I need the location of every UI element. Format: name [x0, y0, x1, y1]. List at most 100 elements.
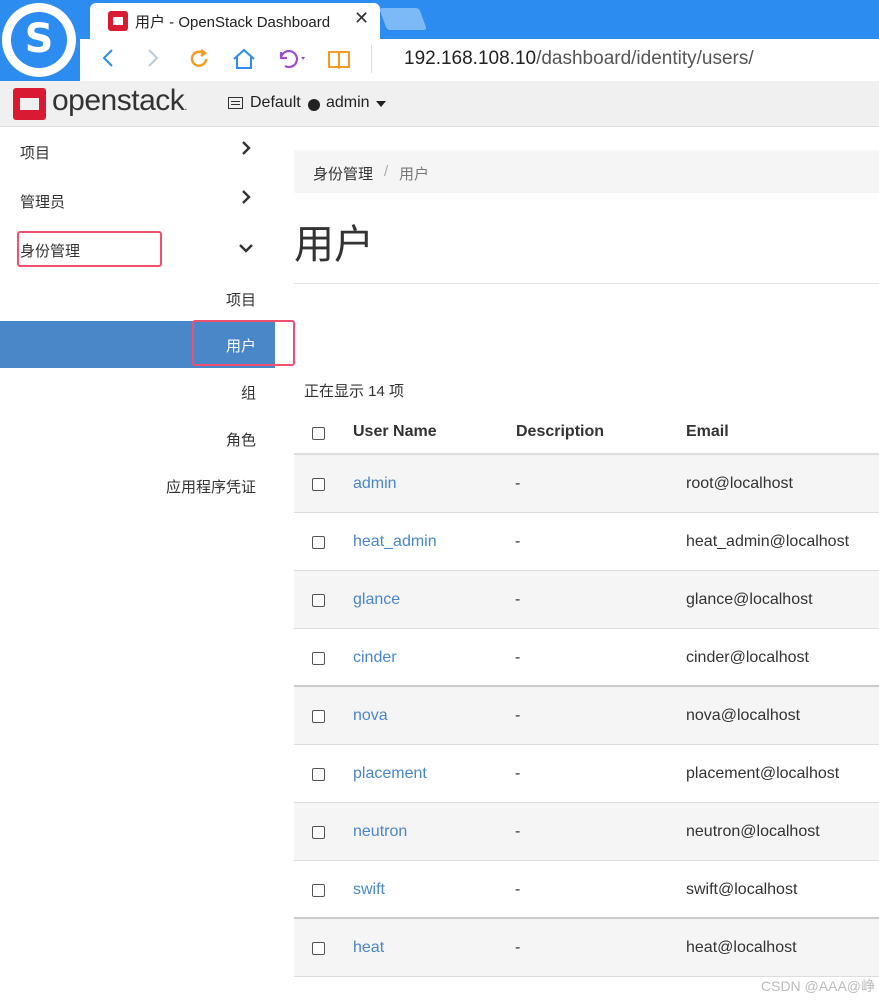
user-description: -	[515, 939, 521, 956]
new-tab-button[interactable]	[378, 8, 428, 30]
column-header-user-name[interactable]: User Name	[353, 423, 437, 441]
table-row: neutron - neutron@localhost	[294, 803, 879, 861]
select-all-checkbox[interactable]	[312, 427, 325, 440]
user-email: glance@localhost	[686, 591, 813, 608]
row-checkbox[interactable]	[312, 884, 325, 897]
user-description: -	[515, 475, 521, 492]
brand-text: openstack	[52, 84, 185, 117]
user-email: heat_admin@localhost	[686, 533, 850, 550]
sidebar-subitem-label: 角色	[225, 432, 256, 449]
highlight-box-users	[192, 320, 295, 366]
table-row: heat - heat@localhost	[294, 919, 879, 977]
user-email: neutron@localhost	[686, 823, 820, 840]
user-name-link[interactable]: nova	[353, 707, 388, 725]
domain-icon	[228, 97, 243, 109]
row-checkbox[interactable]	[312, 710, 325, 723]
browser-logo-letter: S	[24, 16, 54, 62]
sidebar-item-admin[interactable]: 管理员	[0, 176, 275, 224]
reload-icon[interactable]	[187, 47, 211, 76]
user-email: heat@localhost	[686, 939, 797, 956]
home-icon[interactable]	[231, 47, 257, 76]
sidebar-subitem-roles[interactable]: 角色	[0, 415, 275, 462]
user-name-link[interactable]: placement	[353, 765, 427, 783]
page-title: 用户	[294, 223, 374, 267]
chevron-right-icon	[240, 139, 252, 162]
row-checkbox[interactable]	[312, 942, 325, 955]
user-name-link[interactable]: neutron	[353, 823, 407, 841]
item-count: 正在显示 14 项	[304, 383, 405, 400]
project-selector[interactable]: admin	[326, 94, 370, 112]
column-header-email[interactable]: Email	[686, 423, 729, 441]
undo-icon[interactable]	[275, 47, 311, 76]
row-checkbox[interactable]	[312, 594, 325, 607]
address-bar[interactable]: 192.168.108.10/dashboard/identity/users/	[404, 48, 754, 70]
table-row: heat_admin - heat_admin@localhost	[294, 513, 879, 571]
sidebar-item-project[interactable]: 项目	[0, 127, 275, 175]
row-checkbox[interactable]	[312, 536, 325, 549]
users-table: User Name Description Email admin - root…	[294, 408, 879, 977]
user-description: -	[515, 881, 521, 898]
user-email: placement@localhost	[686, 765, 840, 782]
breadcrumb: 身份管理 / 用户	[294, 150, 879, 193]
brand-mark: .	[184, 101, 187, 113]
user-name-link[interactable]: cinder	[353, 649, 397, 667]
user-email: swift@localhost	[686, 881, 798, 898]
row-checkbox[interactable]	[312, 768, 325, 781]
column-header-description[interactable]: Description	[516, 423, 604, 441]
user-description: -	[515, 649, 521, 666]
sidebar-subitem-label: 项目	[225, 292, 256, 309]
table-row: swift - swift@localhost	[294, 861, 879, 919]
browser-navbar: 192.168.108.10/dashboard/identity/users/	[80, 39, 879, 81]
browser-logo[interactable]: S	[2, 3, 76, 77]
user-name-link[interactable]: heat_admin	[353, 533, 437, 551]
tab-title: 用户 - OpenStack Dashboard	[135, 14, 331, 31]
tab-close-icon[interactable]: ✕	[354, 8, 369, 29]
user-name-link[interactable]: admin	[353, 475, 397, 493]
navbar-divider	[371, 45, 372, 73]
user-description: -	[515, 533, 521, 550]
sidebar-subitem-app-credentials[interactable]: 应用程序凭证	[0, 462, 275, 509]
forward-icon[interactable]	[145, 47, 161, 74]
openstack-logo-icon[interactable]	[13, 88, 46, 120]
user-email: root@localhost	[686, 475, 793, 492]
row-checkbox[interactable]	[312, 478, 325, 491]
chevron-down-icon	[238, 239, 254, 260]
user-email: nova@localhost	[686, 707, 801, 724]
sidebar-subitem-label: 组	[240, 385, 256, 402]
sidebar-subitem-projects[interactable]: 项目	[0, 275, 275, 322]
user-name-link[interactable]: swift	[353, 881, 385, 899]
highlight-box-identity	[17, 231, 162, 267]
browser-tab[interactable]: 用户 - OpenStack Dashboard ✕	[90, 3, 380, 39]
user-description: -	[515, 591, 521, 608]
user-name-link[interactable]: heat	[353, 939, 384, 957]
table-row: placement - placement@localhost	[294, 745, 879, 803]
domain-label[interactable]: Default	[250, 94, 301, 112]
title-divider	[294, 283, 879, 284]
user-description: -	[515, 707, 521, 724]
watermark: CSDN @AAA@峥	[761, 978, 875, 994]
sidebar-subitem-groups[interactable]: 组	[0, 368, 275, 415]
chevron-right-icon	[240, 188, 252, 211]
url-host: 192.168.108.10	[404, 48, 537, 69]
user-description: -	[515, 765, 521, 782]
openstack-header: openstack. Default admin	[0, 81, 879, 127]
sidebar: 项目 管理员 身份管理 项目 用户 组 角色 应用程序凭证	[0, 127, 275, 1001]
openstack-brand[interactable]: openstack.	[52, 84, 187, 118]
breadcrumb-current: 用户	[399, 166, 430, 183]
breadcrumb-parent[interactable]: 身份管理	[313, 163, 373, 184]
sidebar-item-label: 项目	[20, 145, 51, 162]
user-email: cinder@localhost	[686, 649, 809, 666]
url-path: /dashboard/identity/users/	[536, 48, 754, 69]
table-header: User Name Description Email	[294, 408, 879, 455]
openstack-favicon-icon	[108, 11, 128, 31]
reader-icon[interactable]	[326, 47, 352, 76]
sidebar-subitem-label: 应用程序凭证	[165, 479, 256, 496]
breadcrumb-separator: /	[384, 163, 389, 180]
user-description: -	[515, 823, 521, 840]
back-icon[interactable]	[100, 47, 116, 74]
row-checkbox[interactable]	[312, 652, 325, 665]
row-checkbox[interactable]	[312, 826, 325, 839]
project-dot-icon	[308, 99, 320, 111]
user-name-link[interactable]: glance	[353, 591, 400, 609]
chevron-down-icon[interactable]	[376, 101, 386, 107]
